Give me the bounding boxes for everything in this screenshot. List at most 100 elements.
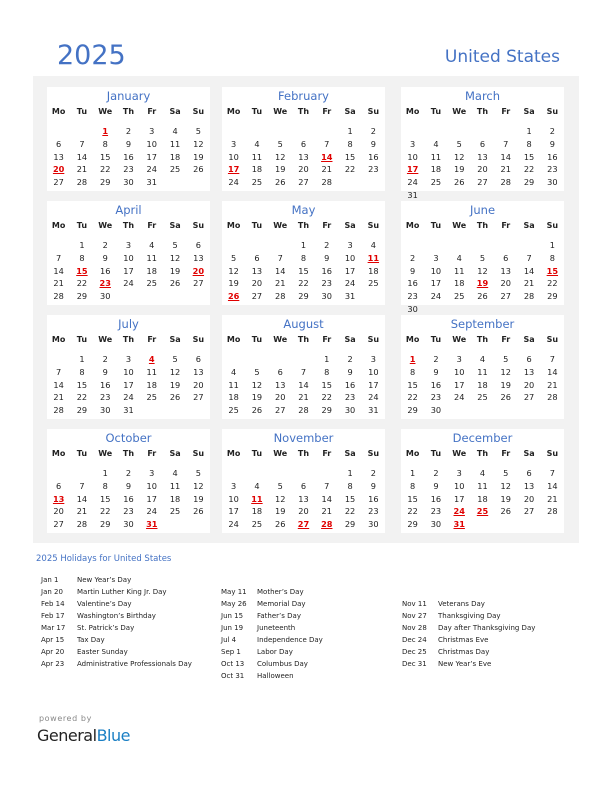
day-cell: 17 [453,379,465,390]
day-cell: 25 [169,506,181,517]
day-cell: 25 [146,278,157,289]
weekday-label: Su [367,221,380,230]
day-cell: 2 [324,240,330,250]
day-cell: 14 [523,265,535,276]
day-cell: 20 [251,278,263,289]
holiday-date: Oct 13 [221,660,245,668]
day-cell: 15 [99,493,111,504]
week-row: 20 21 22 23 24 25 26 [47,163,210,175]
weekday-label: Th [297,449,310,458]
day-cell: 13 [298,493,309,504]
day-cell: 12 [169,366,181,377]
weekday-label: Sa [344,335,356,344]
day-cell: 2 [433,354,439,364]
empty-day-cell [292,353,315,365]
day-cell: 16 [321,265,332,276]
day-cell: 16 [430,493,442,504]
holiday-item: Nov 28 Day after Thanksgiving Day [402,622,535,634]
day-cell: 1 [79,354,85,364]
empty-day-cell [269,125,292,137]
weekday-label: Sa [344,107,356,116]
month-june: June Mo Tu We Th Fr Sa Su 1 2 3 4 5 6 7 8 9 10 11 12 13 14 15 1… [401,201,564,314]
empty-day-cell [269,239,292,251]
day-cell: 16 [99,379,111,390]
weekday-label: Su [546,221,559,230]
day-cell: 26 [169,278,181,289]
day-cell: 18 [169,493,181,504]
weekday-label: Tu [430,449,442,458]
day-cell: 10 [228,151,239,162]
day-cell: 19 [193,493,204,504]
day-cell: 28 [500,177,511,188]
week-row: 7 8 9 10 11 12 13 [47,252,210,264]
weekday-label: Sa [169,221,181,230]
day-cell: 5 [277,138,283,149]
weekday-label: Mo [51,221,66,230]
empty-day-cell [517,404,540,416]
weekday-label: Fr [322,449,332,458]
day-cell: 15 [407,379,418,390]
holiday-item: Jun 19 Juneteenth [221,622,323,634]
day-cell: 22 [344,164,356,175]
day-cell: 19 [251,392,263,403]
week-row: 30 [401,303,564,315]
day-cell: 20 [523,379,535,390]
holiday-item: Dec 31 New Year’s Eve [402,658,535,670]
day-cell: 18 [430,164,442,175]
holiday-date: Sep 1 [221,648,241,656]
day-cell: 23 [547,164,558,175]
empty-day-cell [292,125,315,137]
day-cell: 28 [76,519,88,530]
weekday-label: Su [367,107,380,116]
day-cell: 6 [195,354,201,364]
empty-day-cell [471,404,494,416]
powered-by-label: powered by [39,714,92,723]
week-row: 28 29 30 31 [47,404,210,416]
day-cell: 10 [123,366,134,377]
empty-day-cell [517,239,540,251]
day-cell: 30 [430,405,442,416]
day-cell: 12 [228,265,239,276]
day-cell: 9 [324,252,330,263]
holiday-day-cell: 15 [76,265,88,276]
week-row: 17 18 19 20 21 22 23 [401,163,564,175]
week-row: 22 23 24 25 26 27 28 [401,391,564,403]
day-cell: 5 [195,468,201,478]
day-cell: 24 [123,392,134,403]
day-cell: 30 [368,519,379,530]
empty-day-cell [494,303,517,315]
day-cell: 21 [76,164,88,175]
holiday-name: St. Patrick’s Day [77,624,135,632]
weekday-label: We [273,449,288,458]
weekday-header: Mo Tu We Th Fr Sa Su [47,448,210,460]
month-title: January [106,89,151,103]
weekday-label: Tu [430,335,442,344]
day-cell: 25 [169,164,181,175]
day-cell: 6 [195,240,201,250]
day-cell: 22 [99,164,111,175]
empty-day-cell [163,518,186,530]
day-cell: 28 [523,291,535,302]
empty-day-cell [362,290,385,302]
day-cell: 27 [523,506,535,517]
week-row: 12 [222,125,385,137]
holiday-name: Valentine’s Day [77,600,132,608]
week-row: 16 17 18 19 20 21 22 [401,277,564,289]
weekday-label: Tu [76,335,88,344]
empty-day-cell [401,125,424,137]
day-cell: 7 [324,138,330,149]
weekday-label: Mo [226,221,241,230]
weekday-label: Tu [76,107,88,116]
weekday-label: Tu [251,335,263,344]
holiday-day-cell: 1 [102,126,109,136]
day-cell: 1 [347,468,353,478]
day-cell: 8 [300,252,307,263]
empty-day-cell [245,125,268,137]
weekday-label: Fr [501,449,511,458]
empty-day-cell [222,125,245,137]
weekday-label: Mo [51,335,66,344]
holiday-column: Jan 1 New Year’s Day Jan 20 Martin Luther K… [41,574,192,670]
weekday-label: Th [122,107,135,116]
week-row: 28 29 30 [47,290,210,302]
day-cell: 1 [324,354,330,364]
